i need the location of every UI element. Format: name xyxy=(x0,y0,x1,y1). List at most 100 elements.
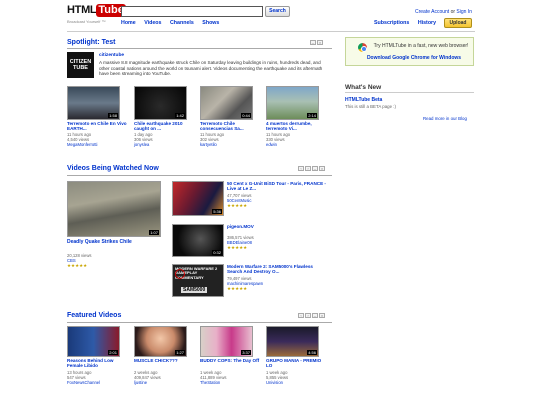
video-meta: 1 week ago 411,889 views TheStation xyxy=(200,370,226,386)
main-nav: Home Videos Channels Shows xyxy=(121,20,226,26)
beta-link[interactable]: HTMLTube Beta xyxy=(345,97,382,103)
channel-logo[interactable]: CITIZEN TUBE xyxy=(67,52,94,78)
nav-home[interactable]: Home xyxy=(121,20,136,26)
spotlight-title: Spotlight: Test xyxy=(67,39,116,46)
spotlight-controls: – × xyxy=(309,40,331,46)
video-meta: 20,128 views CBS ★★★★★ xyxy=(67,253,91,268)
history-link[interactable]: History xyxy=(418,20,436,26)
video-title-link[interactable]: Deadly Quake Strikes Chile xyxy=(67,239,132,245)
channel-logo-text: CITIZEN TUBE xyxy=(69,59,92,71)
nav-channels[interactable]: Channels xyxy=(170,20,194,26)
rating-stars: ★★★★★ xyxy=(227,244,248,250)
video-user-link[interactable]: MegaMonferrotti xyxy=(67,142,98,148)
chrome-icon xyxy=(358,43,367,52)
video-meta: 79,497 views machinimarespawn ★★★★★ xyxy=(227,276,263,291)
video-thumbnail[interactable]: 1:58 xyxy=(67,86,120,120)
duration: 2:01 xyxy=(108,350,118,355)
header-divider xyxy=(67,31,475,32)
nav-videos[interactable]: Videos xyxy=(144,20,161,26)
duration: 1:58 xyxy=(108,113,118,118)
thumb-caption: SAM5000 xyxy=(181,287,208,293)
watched-controls: ‹ › – × xyxy=(297,166,331,172)
video-meta: 47,707 views 50CentMusic ★★★★★ xyxy=(227,193,251,208)
video-user-link[interactable]: ljustine xyxy=(134,380,161,386)
video-meta: 11 hours ago 302 views kartyetilo xyxy=(200,132,224,148)
close-icon[interactable]: × xyxy=(319,166,325,171)
video-title-link[interactable]: Terremoto Chile consecuencias Sa... xyxy=(200,121,260,132)
close-icon[interactable]: × xyxy=(319,313,325,318)
featured-controls: ‹ › – × xyxy=(297,313,331,319)
prev-icon[interactable]: ‹ xyxy=(298,166,304,171)
featured-video-thumbnail[interactable]: 1:07 xyxy=(67,181,161,237)
user-nav: Subscriptions History xyxy=(374,20,443,26)
download-chrome-link[interactable]: Download Google Chrome for Windows xyxy=(358,55,470,61)
chrome-promo: Try HTMLTube in a fast, new web browser!… xyxy=(345,37,474,66)
or-text: or xyxy=(450,9,456,15)
watched-divider xyxy=(67,175,332,176)
rating-stars: ★★★★★ xyxy=(67,262,88,268)
prev-icon[interactable]: ‹ xyxy=(298,313,304,318)
video-thumbnail[interactable]: 1:27 xyxy=(134,326,187,357)
subscriptions-link[interactable]: Subscriptions xyxy=(374,20,409,26)
next-icon[interactable]: › xyxy=(305,166,311,171)
minimize-icon[interactable]: – xyxy=(310,40,316,45)
video-thumbnail[interactable]: 2:01 xyxy=(67,326,120,357)
spotlight-divider xyxy=(67,48,332,49)
header: HTML Tube Broadcast Yourself ™ Search Hom… xyxy=(0,0,540,32)
duration: 1:27 xyxy=(175,350,185,355)
video-user-link[interactable]: TheStation xyxy=(200,380,226,386)
video-title-link[interactable]: 4 muertos derrumbe, terremoto Vi... xyxy=(266,121,326,132)
video-user-link[interactable]: FoxNewsChannel xyxy=(67,380,100,386)
video-title-link[interactable]: Reasons Behind Low Female Libido xyxy=(67,358,127,369)
minimize-icon[interactable]: – xyxy=(312,166,318,171)
video-title-link[interactable]: Modern Warfare 2: SAM5000's Flawless Sea… xyxy=(227,264,327,275)
search-button[interactable]: Search xyxy=(265,6,290,17)
video-meta: 11 hours ago 330 views edwin xyxy=(266,132,290,148)
rating-stars: ★★★★★ xyxy=(227,202,248,208)
featured-title: Featured Videos xyxy=(67,312,122,319)
video-title-link[interactable]: Terremoto en Chile En Vivo EARTH... xyxy=(67,121,127,132)
site-logo[interactable]: HTML Tube xyxy=(67,4,126,18)
duration: 1:07 xyxy=(149,230,159,235)
video-meta: 386,571 views BBDElaine08 ★★★★★ xyxy=(227,235,254,250)
duration: 2:14 xyxy=(307,113,317,118)
search-input[interactable] xyxy=(121,6,263,17)
read-more-link[interactable]: Read more in our Blog xyxy=(423,116,467,121)
video-thumbnail[interactable]: 0:32 xyxy=(172,224,224,257)
channel-name-link[interactable]: citizentube xyxy=(99,53,124,58)
video-title-link[interactable]: MUSCLE CHICK??? xyxy=(134,358,194,363)
nav-shows[interactable]: Shows xyxy=(202,20,219,26)
beta-description: This is still a BETA page :) xyxy=(345,104,396,109)
account-links: Create Account or Sign In xyxy=(415,9,472,15)
video-thumbnail[interactable]: 5:36 xyxy=(172,181,224,216)
video-title-link[interactable]: pigeon.MOV xyxy=(227,224,327,229)
create-account-link[interactable]: Create Account xyxy=(415,9,449,15)
video-thumbnail[interactable]: 0:44 xyxy=(200,86,253,120)
close-icon[interactable]: × xyxy=(317,40,323,45)
next-icon[interactable]: › xyxy=(305,313,311,318)
minimize-icon[interactable]: – xyxy=(312,313,318,318)
thumb-emblem xyxy=(175,269,185,279)
video-thumbnail[interactable]: 4:56 xyxy=(266,326,319,357)
video-title-link[interactable]: GRUPO MANIA - PREMIO LO xyxy=(266,358,326,369)
promo-text: Try HTMLTube in a fast, new web browser! xyxy=(373,43,469,49)
sign-in-link[interactable]: Sign In xyxy=(456,9,472,15)
video-thumbnail[interactable]: 2:14 xyxy=(266,86,319,120)
video-user-link[interactable]: kartyetilo xyxy=(200,142,224,148)
video-user-link[interactable]: edwin xyxy=(266,142,290,148)
spotlight-description: A massive 8.8 magnitude earthquake struc… xyxy=(99,60,323,77)
video-thumbnail[interactable]: 3:37 xyxy=(200,326,253,357)
video-user-link[interactable]: Univision xyxy=(266,380,288,386)
video-thumbnail[interactable]: 1:42 xyxy=(134,86,187,120)
duration: 5:36 xyxy=(212,209,222,214)
tagline: Broadcast Yourself ™ xyxy=(67,19,106,24)
video-user-link[interactable]: jonyslea xyxy=(134,142,153,148)
video-title-link[interactable]: Chile earthquake 2010 caught on ... xyxy=(134,121,194,132)
video-title-link[interactable]: BUDDY COPS: The Day Off xyxy=(200,358,260,363)
video-meta: 1 week ago 5,855 views Univision xyxy=(266,370,288,386)
video-thumbnail[interactable]: MODERN WARFARE 2 GAMEPLAY COMMENTARY SAM5… xyxy=(172,264,224,297)
upload-button[interactable]: Upload xyxy=(444,18,472,28)
video-title-link[interactable]: 50 Cent x G-Unit BiSD Tour - Paris, FRAN… xyxy=(227,181,327,192)
video-meta: 11 hours ago 4,540 views MegaMonferrotti xyxy=(67,132,98,148)
featured-divider xyxy=(67,322,332,323)
